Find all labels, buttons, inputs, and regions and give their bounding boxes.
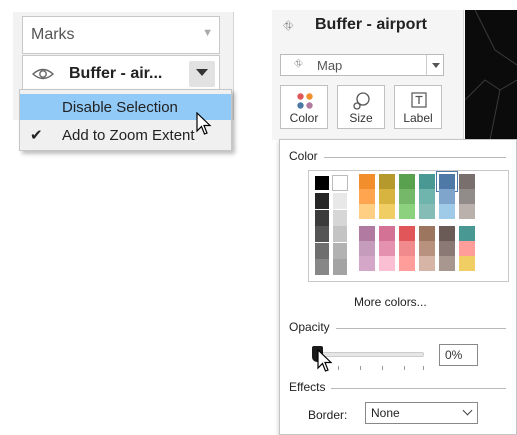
color-button[interactable]: Color (280, 85, 328, 129)
color-swatch[interactable] (419, 256, 435, 271)
layer-title: Buffer - airport (315, 16, 427, 33)
size-button[interactable]: Size (337, 85, 385, 129)
color-swatch[interactable] (399, 189, 415, 204)
slider-tick (338, 366, 339, 370)
color-swatch[interactable] (459, 226, 475, 241)
color-swatch[interactable] (315, 193, 329, 209)
slider-tick (404, 366, 405, 370)
color-swatch[interactable] (439, 189, 455, 204)
color-swatch[interactable] (359, 189, 375, 204)
color-swatch[interactable] (419, 174, 435, 189)
menu-item-label: Add to Zoom Extent (62, 127, 195, 144)
layer-marks-card: ⛗ Buffer - airport ⛗ Map Color Size Labe… (272, 10, 464, 140)
label-button-label: Label (403, 111, 433, 125)
color-swatch[interactable] (439, 204, 455, 219)
color-popup: Color More colors... Opacity 0% Effects … (279, 139, 517, 435)
layer-name: Buffer - air... (69, 65, 163, 82)
color-swatch[interactable] (419, 241, 435, 256)
size-icon (353, 92, 370, 110)
color-swatch[interactable] (359, 174, 375, 189)
border-select[interactable]: None (365, 402, 478, 424)
slider-tick (423, 366, 424, 370)
color-swatch[interactable] (315, 209, 329, 226)
color-swatch[interactable] (459, 174, 475, 189)
color-dots-icon (297, 93, 313, 109)
opacity-value-input[interactable]: 0% (439, 344, 478, 366)
color-swatch[interactable] (333, 193, 347, 209)
menu-item-label: Disable Selection (62, 99, 178, 116)
color-swatch[interactable] (459, 241, 475, 256)
color-swatch-grid (308, 170, 509, 282)
border-label: Border: (308, 408, 348, 422)
color-swatch[interactable] (419, 189, 435, 204)
triangle-down-icon (196, 69, 208, 76)
color-swatch[interactable] (399, 226, 415, 241)
color-swatch[interactable] (359, 256, 375, 271)
chevron-down-icon (462, 405, 473, 416)
color-swatch[interactable] (439, 241, 455, 256)
label-icon (411, 92, 427, 108)
color-swatch[interactable] (419, 226, 435, 241)
color-swatch[interactable] (459, 256, 475, 271)
opacity-section-title: Opacity (289, 320, 336, 334)
marks-label: Marks (31, 26, 75, 43)
marks-card-header[interactable]: Marks ▼ (22, 16, 220, 54)
color-swatch[interactable] (437, 172, 457, 191)
color-swatch[interactable] (399, 204, 415, 219)
slider-tick (382, 366, 383, 370)
size-button-label: Size (349, 111, 373, 125)
label-button[interactable]: Label (394, 85, 442, 129)
mark-type-value: Map (317, 58, 343, 73)
color-swatch[interactable] (379, 189, 395, 204)
chevron-down-icon[interactable]: ▼ (202, 27, 213, 39)
more-colors-button[interactable]: More colors... (354, 295, 427, 309)
color-swatch[interactable] (439, 256, 455, 271)
checkmark-icon: ✔ (30, 127, 43, 144)
color-swatch[interactable] (315, 259, 329, 275)
color-swatch[interactable] (399, 256, 415, 271)
arrow-cursor-icon (317, 349, 333, 372)
eye-icon[interactable] (32, 66, 54, 82)
map-view[interactable] (465, 10, 517, 140)
map-lines (465, 10, 517, 140)
color-swatch[interactable] (379, 226, 395, 241)
color-swatch[interactable] (359, 226, 375, 241)
effects-section-title: Effects (289, 380, 332, 394)
arrow-cursor-icon (196, 112, 212, 135)
map-layer-icon: ⛗ (294, 58, 303, 70)
color-section-title: Color (289, 149, 324, 163)
color-swatch[interactable] (459, 189, 475, 204)
layer-dropdown-button[interactable] (189, 61, 215, 87)
layer-row[interactable]: Buffer - air... (22, 55, 220, 93)
color-swatch[interactable] (359, 241, 375, 256)
color-swatch[interactable] (333, 209, 347, 226)
color-swatch[interactable] (333, 242, 347, 259)
color-swatch[interactable] (379, 256, 395, 271)
color-swatch[interactable] (359, 204, 375, 219)
border-select-value: None (371, 406, 400, 420)
map-layer-icon: ⛗ (283, 18, 294, 33)
color-swatch[interactable] (315, 226, 329, 242)
dropdown-separator (426, 55, 427, 75)
color-swatch[interactable] (459, 204, 475, 219)
color-swatch[interactable] (399, 174, 415, 189)
color-swatch[interactable] (419, 204, 435, 219)
color-swatch[interactable] (379, 174, 395, 189)
mark-type-dropdown[interactable]: ⛗ Map (280, 54, 444, 76)
color-swatch[interactable] (315, 176, 329, 190)
color-button-label: Color (289, 111, 319, 125)
color-swatch[interactable] (332, 175, 348, 191)
color-swatch[interactable] (379, 204, 395, 219)
color-swatch[interactable] (399, 241, 415, 256)
color-swatch[interactable] (379, 241, 395, 256)
color-swatch[interactable] (315, 242, 329, 259)
slider-tick (360, 366, 361, 370)
triangle-down-icon (432, 63, 440, 68)
color-swatch[interactable] (439, 226, 455, 241)
color-swatch[interactable] (333, 226, 347, 242)
color-swatch[interactable] (333, 259, 347, 275)
